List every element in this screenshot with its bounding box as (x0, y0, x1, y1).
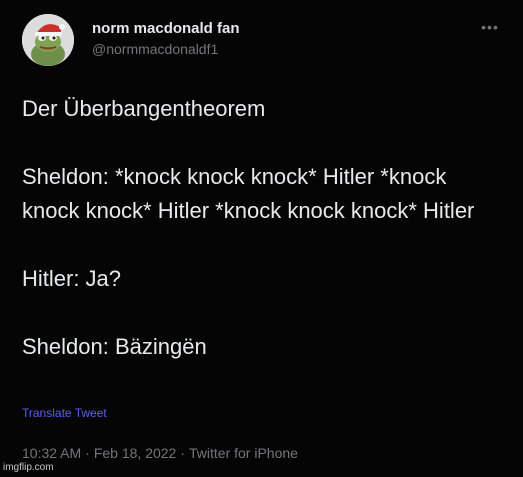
display-name[interactable]: norm macdonald fan (92, 20, 240, 38)
tweet-text: Der Überbangentheorem Sheldon: *knock kn… (22, 92, 502, 364)
more-dots-icon[interactable]: ••• (479, 20, 501, 42)
tweet-paragraph: Hitler: Ja? (22, 266, 122, 291)
user-names: norm macdonald fan @normmacdonaldf1 (92, 20, 240, 59)
tweet-time[interactable]: 10:32 AM (22, 445, 81, 461)
translate-tweet-link[interactable]: Translate Tweet (22, 406, 107, 420)
tweet-paragraph: Sheldon: *knock knock knock* Hitler *kno… (22, 164, 475, 223)
tweet-card: norm macdonald fan @normmacdonaldf1 ••• … (0, 0, 523, 477)
user-handle[interactable]: @normmacdonaldf1 (92, 39, 240, 59)
avatar[interactable] (22, 14, 74, 66)
pepe-avatar-icon (22, 14, 74, 66)
tweet-date[interactable]: Feb 18, 2022 (94, 445, 177, 461)
tweet-header: norm macdonald fan @normmacdonaldf1 ••• (22, 12, 505, 72)
tweet-source[interactable]: Twitter for iPhone (189, 445, 298, 461)
tweet-paragraph: Sheldon: Bäzingën (22, 334, 207, 359)
imgflip-watermark: imgflip.com (3, 462, 54, 473)
separator: · (85, 445, 90, 461)
separator: · (180, 445, 186, 461)
tweet-paragraph: Der Überbangentheorem (22, 96, 266, 121)
tweet-meta: 10:32 AM · Feb 18, 2022 · Twitter for iPhone (22, 445, 298, 461)
